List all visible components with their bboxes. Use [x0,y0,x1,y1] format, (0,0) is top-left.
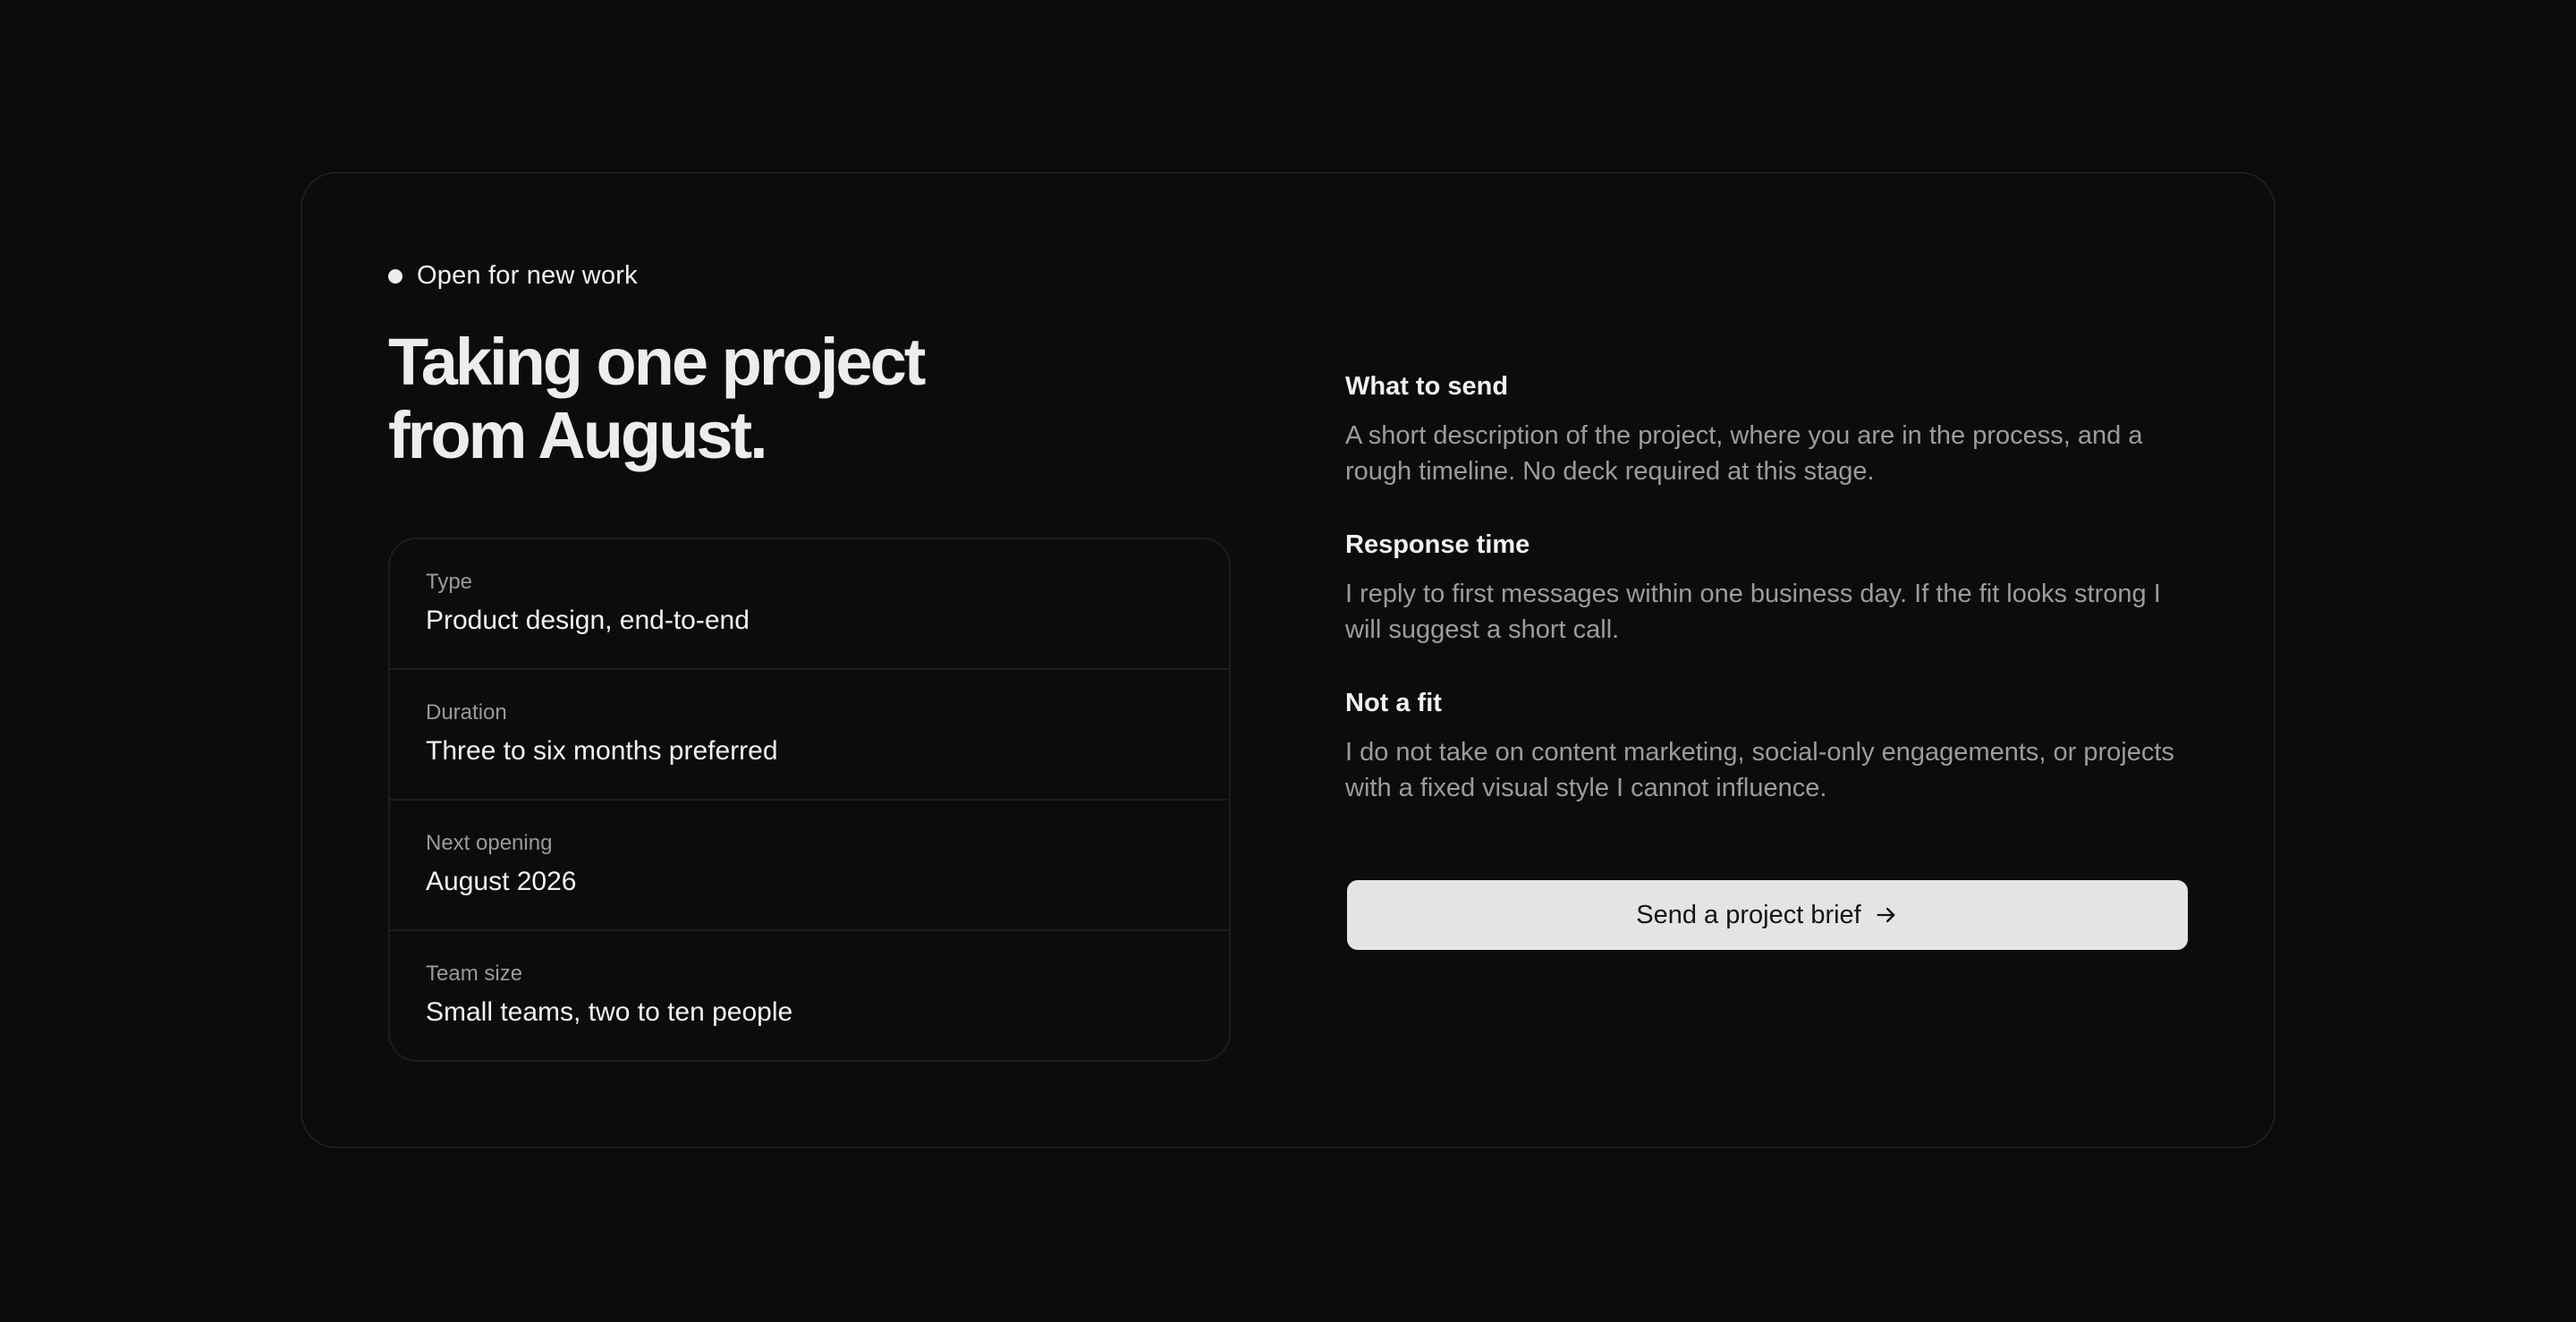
detail-label: Next opening [426,831,553,855]
info-heading: What to send [1345,372,1509,401]
detail-value: Product design, end-to-end [426,606,750,635]
info-body: I do not take on content marketing, soci… [1345,738,2174,802]
send-project-brief-label: Send a project brief [1636,900,1861,929]
page-title: Taking one project from August. [388,326,1068,472]
detail-row-next-opening: Next opening August 2026 [390,801,1229,931]
info-response-time: Response time I reply to first messages … [1345,530,2204,648]
info-not-a-fit: Not a fit I do not take on content marke… [1345,689,2204,806]
detail-value: August 2026 [426,867,577,896]
detail-label: Type [426,570,473,594]
detail-value: Small teams, two to ten people [426,997,793,1027]
title-line-1: Taking one project [388,325,926,399]
detail-label: Team size [426,962,523,986]
engagement-details: Type Product design, end-to-end Duration… [388,538,1231,1062]
availability-card: Open for new work Taking one project fro… [301,172,2275,1148]
detail-row-team-size: Team size Small teams, two to ten people [390,931,1229,1060]
title-line-2: from August. [388,398,768,472]
info-body: I reply to first messages within one bus… [1345,580,2161,644]
arrow-right-icon [1877,907,1895,923]
detail-row-type: Type Product design, end-to-end [390,539,1229,670]
info-heading: Not a fit [1345,689,1442,717]
info-what-to-send: What to send A short description of the … [1345,372,2204,489]
status-text: Open for new work [417,261,638,290]
status-dot-icon [388,268,402,284]
contact-guidelines: What to send A short description of the … [1345,372,2204,847]
detail-value: Three to six months preferred [426,736,778,766]
detail-row-duration: Duration Three to six months preferred [390,670,1229,801]
availability-status: Open for new work [388,261,638,291]
info-body: A short description of the project, wher… [1345,421,2143,486]
send-project-brief-button[interactable]: Send a project brief [1347,880,2188,950]
detail-label: Duration [426,700,507,725]
info-heading: Response time [1345,530,1530,559]
